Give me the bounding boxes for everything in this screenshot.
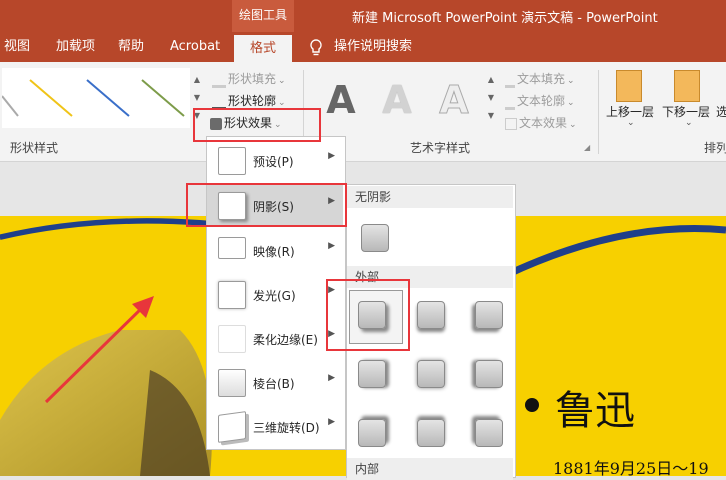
slide-title[interactable]: 鲁迅 — [555, 378, 635, 436]
tab-help[interactable]: 帮助 — [118, 32, 144, 62]
section-header-inner: 内部 — [347, 458, 513, 480]
menu-item-3d-rotation[interactable]: 三维旋转(D) ▶ — [207, 406, 343, 448]
shape-fill-button[interactable]: 形状填充 ⌄ — [212, 69, 286, 89]
tab-acrobat[interactable]: Acrobat — [170, 32, 220, 62]
soft-edges-icon — [218, 325, 246, 353]
chevron-right-icon: ▶ — [328, 373, 335, 383]
gallery-scroll-up[interactable]: ▲ — [190, 70, 204, 90]
glow-icon — [218, 281, 246, 309]
group-label-arrange: 排列 — [704, 141, 726, 155]
menu-item-label: 三维旋转(D) — [253, 421, 320, 435]
tab-format[interactable]: 格式 — [234, 35, 292, 62]
annotation-box-shape-effects — [193, 108, 321, 142]
text-effects-button[interactable]: 文本效果 ⌄ — [505, 113, 577, 133]
tell-me-search[interactable]: 操作说明搜索 — [334, 32, 412, 62]
selection-pane-button-partial[interactable]: 选 — [716, 103, 726, 120]
text-fill-icon — [505, 71, 515, 88]
annotation-box-outer-shadow — [326, 279, 410, 351]
menu-item-bevel[interactable]: 棱台(B) ▶ — [207, 362, 343, 404]
paint-bucket-icon — [212, 71, 226, 88]
menu-item-label: 棱台(B) — [253, 377, 295, 391]
document-title: 新建 Microsoft PowerPoint 演示文稿 - PowerPoin… — [352, 11, 658, 26]
drawing-tools-context-label: 绘图工具 — [232, 0, 294, 32]
annotation-arrow-icon — [44, 296, 154, 404]
menu-item-reflection[interactable]: 映像(R) ▶ — [207, 230, 343, 272]
shadow-outer-swatch[interactable] — [475, 419, 503, 447]
text-outline-icon — [505, 93, 515, 110]
shadow-outer-swatch[interactable] — [417, 360, 445, 388]
menu-item-glow[interactable]: 发光(G) ▶ — [207, 274, 343, 316]
shape-outline-label: 形状轮廓 — [228, 94, 277, 108]
shadow-outer-swatch[interactable] — [417, 301, 445, 329]
wordart-style-2[interactable]: A — [370, 72, 424, 128]
slide-date-text[interactable]: 1881年9月25日～19 — [553, 455, 709, 479]
chevron-right-icon: ▶ — [328, 417, 335, 427]
tab-addins[interactable]: 加载项 — [56, 32, 95, 62]
text-fill-label: 文本填充 — [517, 72, 566, 86]
3d-rotation-icon — [218, 411, 246, 443]
chevron-down-icon: ⌄ — [627, 118, 635, 128]
menu-item-label: 发光(G) — [253, 289, 296, 303]
wordart-style-1[interactable]: A — [314, 72, 368, 128]
shadow-outer-swatch[interactable] — [358, 360, 386, 388]
section-header-no-shadow: 无阴影 — [347, 186, 513, 208]
gallery-scroll-down[interactable]: ▼ — [190, 88, 204, 108]
dialog-launcher-icon[interactable]: ◢ — [584, 143, 590, 152]
text-effects-label: 文本效果 — [519, 116, 568, 130]
send-backward-icon — [674, 70, 700, 102]
shadow-outer-swatch[interactable] — [417, 419, 445, 447]
lightbulb-icon — [310, 39, 322, 56]
tab-view[interactable]: 视图 — [4, 32, 30, 62]
chevron-right-icon: ▶ — [328, 241, 335, 251]
shape-style-gallery[interactable] — [2, 68, 190, 128]
shadow-outer-swatch[interactable] — [358, 419, 386, 447]
reflection-icon — [218, 237, 246, 259]
text-fill-button[interactable]: 文本填充 ⌄ — [505, 69, 575, 89]
menu-item-preset[interactable]: 预设(P) ▶ — [207, 140, 343, 182]
menu-item-label: 预设(P) — [253, 155, 294, 169]
slide-bullet — [525, 398, 539, 412]
menu-item-soft-edges[interactable]: 柔化边缘(E) ▶ — [207, 318, 343, 360]
preset-icon — [218, 147, 246, 175]
shadow-outer-swatch[interactable] — [475, 301, 503, 329]
shape-fill-label: 形状填充 — [228, 72, 277, 86]
menu-item-label: 映像(R) — [253, 245, 295, 259]
shadow-outer-swatch[interactable] — [475, 360, 503, 388]
wordart-style-3[interactable]: A — [427, 72, 481, 128]
shadow-none-swatch[interactable] — [361, 224, 389, 252]
bring-forward-icon — [616, 70, 642, 102]
chevron-right-icon: ▶ — [328, 151, 335, 161]
wordart-more[interactable]: ▼ — [484, 106, 498, 126]
group-label-shape-styles: 形状样式 — [10, 141, 59, 155]
wordart-scroll-up[interactable]: ▲ — [484, 70, 498, 90]
wordart-scroll-down[interactable]: ▼ — [484, 88, 498, 108]
text-outline-label: 文本轮廓 — [517, 94, 566, 108]
chevron-down-icon: ⌄ — [685, 118, 693, 128]
group-label-wordart-styles: 艺术字样式 — [410, 141, 471, 155]
menu-item-label: 柔化边缘(E) — [253, 333, 318, 347]
text-effects-icon — [505, 117, 517, 130]
bevel-icon — [218, 369, 246, 397]
annotation-box-shadow-item — [186, 183, 347, 227]
text-outline-button[interactable]: 文本轮廓 ⌄ — [505, 91, 575, 111]
